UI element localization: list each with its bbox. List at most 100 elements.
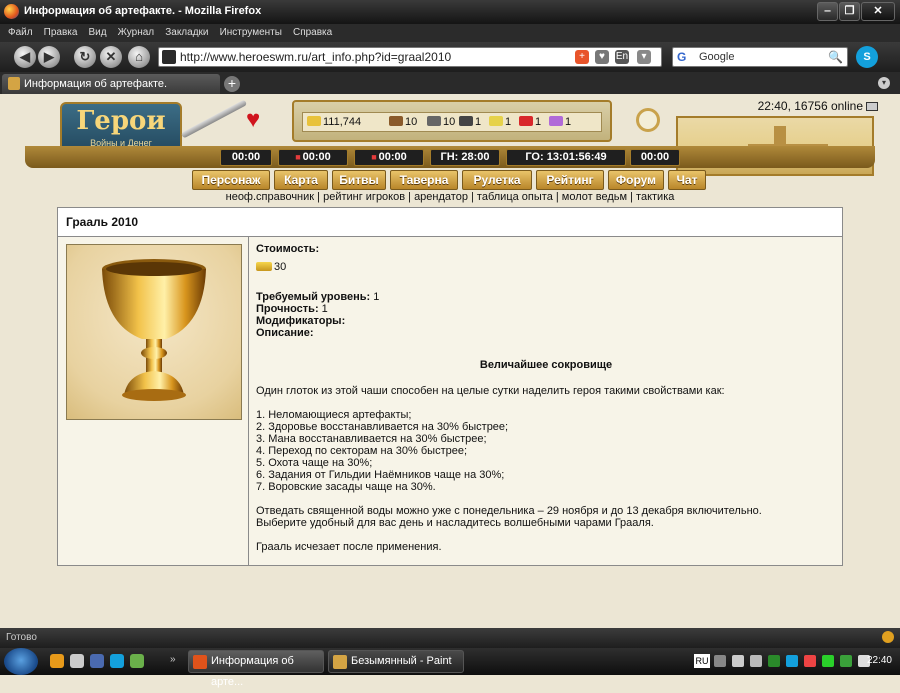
menu-tools[interactable]: Инструменты (220, 24, 282, 42)
menu-bookmarks[interactable]: Закладки (165, 24, 208, 42)
tray-icon[interactable] (822, 655, 834, 667)
gold-amount: 111,744 (323, 116, 362, 128)
description-list-item: 1. Неломающиеся артефакты; (256, 409, 412, 421)
quicklaunch-icon[interactable] (130, 654, 144, 668)
menu-edit[interactable]: Правка (44, 24, 78, 42)
google-icon[interactable]: G (677, 50, 691, 64)
taskbar-paint[interactable]: Безымянный - Paint (328, 650, 464, 673)
close-button[interactable]: ✕ (861, 2, 895, 21)
timer-1: 00:00 (220, 149, 272, 166)
artifact-details: Стоимость: 30 Требуемый уровень: 1 Прочн… (256, 243, 836, 553)
back-icon[interactable]: ◀ (14, 46, 36, 68)
quicklaunch-icon[interactable] (90, 654, 104, 668)
menu-help[interactable]: Справка (293, 24, 332, 42)
url-text[interactable]: http://www.heroeswm.ru/art_info.php?id=g… (180, 50, 451, 64)
search-icon[interactable]: 🔍 (828, 50, 843, 64)
menu-character[interactable]: Персонаж (192, 170, 270, 190)
tray-icon[interactable] (840, 655, 852, 667)
description-label: Описание: (256, 327, 314, 339)
quicklaunch-icon[interactable] (70, 654, 84, 668)
link-tenant[interactable]: арендатор (414, 191, 468, 203)
menu-history[interactable]: Журнал (118, 24, 155, 42)
resources-panel: 111,744 10 10 1 1 1 1 (292, 100, 612, 142)
menu-map[interactable]: Карта (274, 170, 328, 190)
addon-plus-icon[interactable]: + (575, 50, 589, 64)
forward-icon[interactable]: ▶ (38, 46, 60, 68)
game-header: Герои Войны и Денег ♥ 111,744 10 10 1 1 … (0, 94, 900, 206)
language-indicator[interactable]: RU (694, 654, 710, 668)
start-button[interactable] (4, 648, 38, 675)
menu-chat[interactable]: Чат (668, 170, 706, 190)
tray-icon[interactable] (786, 655, 798, 667)
menu-tavern[interactable]: Таверна (390, 170, 458, 190)
tab-list-icon[interactable]: ▾ (878, 77, 890, 89)
timer-gn: ГН: 28:00 (430, 149, 500, 166)
minimize-button[interactable]: ‒ (817, 2, 838, 21)
menu-roulette[interactable]: Рулетка (462, 170, 532, 190)
quicklaunch-icon[interactable] (50, 654, 64, 668)
tray-icon[interactable] (750, 655, 762, 667)
description-list-item: 4. Переход по секторам на 30% быстрее; (256, 445, 468, 457)
grail-chalice-icon (102, 259, 206, 401)
gems-icon (549, 116, 563, 126)
status-text: Готово (6, 632, 37, 643)
description-title: Величайшее сокровище (479, 359, 613, 371)
gold-icon (256, 262, 272, 271)
search-placeholder: Google (699, 51, 735, 63)
link-tactics[interactable]: тактика (636, 191, 674, 203)
message-icon[interactable] (866, 102, 878, 111)
menu-file[interactable]: Файл (8, 24, 33, 42)
game-main-menu: Персонаж Карта Битвы Таверна Рулетка Рей… (192, 170, 708, 190)
skype-icon[interactable]: S (856, 46, 878, 68)
tray-icon[interactable] (714, 655, 726, 667)
resource-ore: 10 (427, 116, 455, 128)
home-icon[interactable]: ⌂ (128, 46, 150, 68)
menu-forum[interactable]: Форум (608, 170, 664, 190)
timer-3-value: 00:00 (378, 151, 407, 163)
description-paragraph: Выберите удобный для вас день и насладит… (256, 517, 654, 529)
description-list-item: 2. Здоровье восстанавливается на 30% быс… (256, 421, 509, 433)
level-label: Требуемый уровень: (256, 291, 371, 303)
link-experience-table[interactable]: таблица опыта (477, 191, 553, 203)
description-paragraph: Грааль исчезает после применения. (256, 541, 442, 553)
url-bar[interactable]: http://www.heroeswm.ru/art_info.php?id=g… (158, 47, 662, 67)
ore-amount: 10 (443, 116, 456, 128)
taskbar-firefox[interactable]: Информация об арте... (188, 650, 324, 688)
menu-rating[interactable]: Рейтинг (536, 170, 604, 190)
crystals-amount: 1 (535, 116, 542, 128)
description-list-item: 6. Задания от Гильдии Наёмников чаще на … (256, 469, 505, 481)
link-player-rating[interactable]: рейтинг игроков (323, 191, 405, 203)
link-guide[interactable]: неоф.справочник (226, 191, 314, 203)
reload-icon[interactable]: ↻ (74, 46, 96, 68)
cost-value: 30 (274, 261, 287, 273)
status-bar: Готово (0, 628, 900, 648)
paint-icon (333, 655, 347, 669)
tab-favicon (8, 77, 20, 90)
description-list-item: 3. Мана восстанавливается на 30% быстрее… (256, 433, 487, 445)
stop-icon[interactable]: ✕ (100, 46, 122, 68)
navigation-toolbar: ◀ ▶ ↻ ✕ ⌂ http://www.heroeswm.ru/art_inf… (0, 42, 900, 72)
menu-view[interactable]: Вид (89, 24, 107, 42)
description-paragraph: Отведать священной воды можно уже с поне… (256, 505, 762, 517)
search-input[interactable]: G Google 🔍 (672, 47, 848, 67)
tray-icon[interactable] (768, 655, 780, 667)
smiley-icon[interactable] (882, 631, 894, 643)
menu-battles[interactable]: Битвы (332, 170, 386, 190)
cost-label: Стоимость: (256, 243, 320, 255)
link-witch-hammer[interactable]: молот ведьм (562, 191, 627, 203)
translate-icon[interactable]: En (615, 50, 629, 64)
tray-icon[interactable] (732, 655, 744, 667)
site-favicon (162, 50, 176, 64)
timer-2-value: 00:00 (302, 151, 331, 163)
dropdown-arrow-icon[interactable]: ▾ (637, 50, 651, 64)
quicklaunch-icon[interactable] (110, 654, 124, 668)
chevron-right-icon[interactable]: » (170, 654, 176, 665)
artifact-info-box: Грааль 2010 Стоимость: 30 Требуемый уров… (57, 207, 843, 566)
gold-icon (307, 116, 321, 126)
maximize-button[interactable]: ❐ (839, 2, 860, 21)
addon-heart-icon[interactable]: ♥ (595, 50, 609, 64)
tray-icon[interactable] (804, 655, 816, 667)
new-tab-button[interactable]: + (224, 76, 240, 92)
timer-6: 00:00 (630, 149, 680, 166)
tab-artifact-info[interactable]: Информация об артефакте. (2, 74, 220, 94)
